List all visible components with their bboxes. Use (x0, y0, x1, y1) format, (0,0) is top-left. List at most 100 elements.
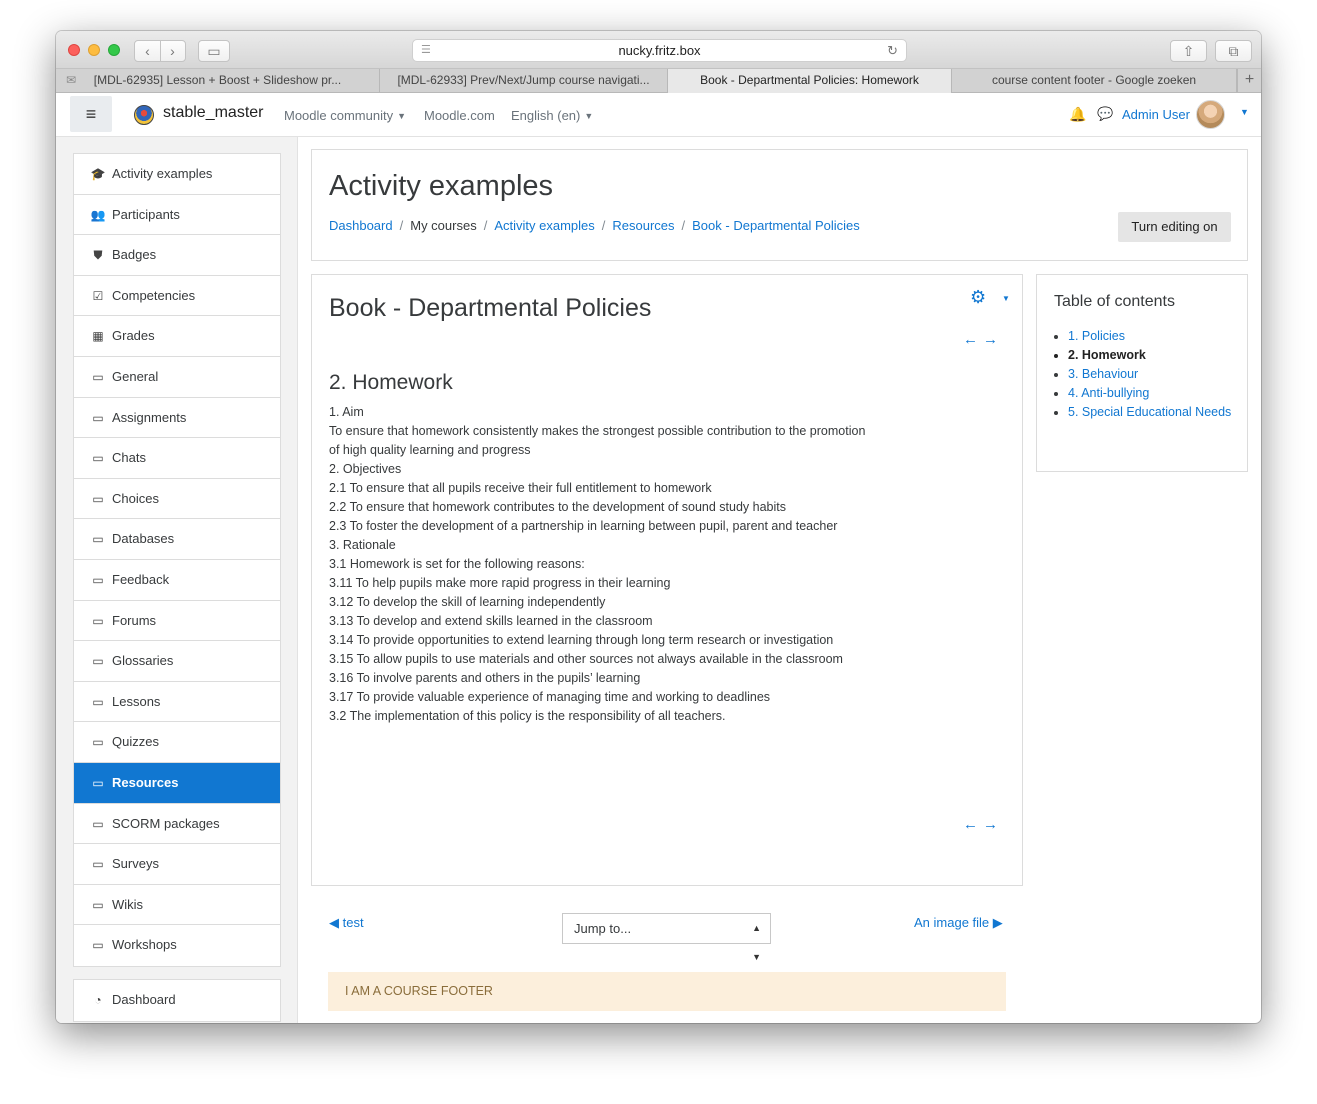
sidebar-item-quizzes[interactable]: ▭ Quizzes (74, 722, 280, 763)
breadcrumb-dashboard[interactable]: Dashboard (329, 218, 393, 233)
back-icon[interactable]: ‹ (135, 41, 160, 61)
notification-bell-icon[interactable]: 🔔 (1069, 106, 1086, 123)
content-paragraph: 3.14 To provide opportunities to extend … (329, 633, 834, 647)
toc-item: 2. Homework (1068, 346, 1238, 365)
sidebar-item-glossaries[interactable]: ▭ Glossaries (74, 641, 280, 682)
previous-chapter-arrow-icon[interactable]: ← (963, 331, 978, 348)
sidebar-toggle-icon[interactable]: ▭ (198, 40, 230, 62)
reader-icon[interactable]: ☰ (421, 40, 431, 61)
sidebar-item-choices[interactable]: ▭ Choices (74, 479, 280, 520)
sidebar-item-assignments[interactable]: ▭ Assignments (74, 398, 280, 439)
sidebar-item-resources[interactable]: ▭ Resources (74, 762, 280, 804)
breadcrumb-my-courses: My courses (410, 218, 477, 233)
sidebar-item-scorm-packages[interactable]: ▭ SCORM packages (74, 804, 280, 845)
share-icon[interactable]: ⇧ (1170, 40, 1207, 62)
sidebar-item-databases[interactable]: ▭ Databases (74, 519, 280, 560)
tab-overview-icon[interactable]: ⧉ (1215, 40, 1252, 62)
caret-down-icon[interactable]: ▼ (1002, 294, 1010, 303)
sidebar-item-forums[interactable]: ▭ Forums (74, 601, 280, 642)
next-chapter-arrow-icon[interactable]: → (983, 331, 998, 348)
site-navbar: ≡ stable_master Moodle community ▼ Moodle… (56, 93, 1261, 137)
browser-tab-1[interactable]: ✉ [MDL-62935] Lesson + Boost + Slideshow… (56, 69, 380, 93)
sidebar-item-workshops[interactable]: ▭ Workshops (74, 925, 280, 966)
sidebar-item-grades[interactable]: ▦ Grades (74, 316, 280, 357)
sidebar-item-lessons[interactable]: ▭ Lessons (74, 682, 280, 723)
course-footer: I AM A COURSE FOOTER (328, 972, 1006, 1011)
toc-link[interactable]: 1. Policies (1068, 329, 1125, 343)
users-icon: 👥 (90, 207, 106, 222)
user-menu-name[interactable]: Admin User (1122, 107, 1190, 122)
breadcrumb-course[interactable]: Activity examples (494, 218, 594, 233)
sidebar-item-label: Databases (112, 531, 175, 547)
folder-icon: ▭ (92, 897, 104, 912)
nav-drawer: 🎓 Activity examples 👥 Participants ⛊ Badges ☑ C… (56, 137, 298, 1023)
site-name[interactable]: stable_master (163, 104, 264, 122)
sidebar-item-surveys[interactable]: ▭ Surveys (74, 844, 280, 885)
toc-link[interactable]: 3. Behaviour (1068, 367, 1138, 381)
browser-toolbar: ‹ › ▭ ☰ nucky.fritz.box ↻ ⇧ ⧉ (56, 31, 1261, 69)
content-paragraph: 3.16 To involve parents and others in th… (329, 671, 641, 685)
caret-down-icon[interactable]: ▼ (1240, 107, 1249, 117)
minimize-window-button[interactable] (88, 44, 100, 56)
breadcrumb-book[interactable]: Book - Departmental Policies (692, 218, 860, 233)
sidebar-item-activity-examples[interactable]: 🎓 Activity examples (74, 154, 280, 195)
language-menu[interactable]: English (en) ▼ (511, 108, 593, 123)
sidebar-item-dashboard[interactable]: ◔ Dashboard (74, 980, 280, 1021)
content-paragraph: 3.15 To allow pupils to use materials an… (329, 652, 843, 666)
close-window-button[interactable] (68, 44, 80, 56)
forward-icon[interactable]: › (160, 41, 185, 61)
sidebar-item-label: Assignments (112, 409, 187, 425)
address-bar[interactable]: ☰ nucky.fritz.box ↻ (412, 39, 907, 62)
folder-icon: ▭ (92, 775, 104, 790)
sidebar-item-badges[interactable]: ⛊ Badges (74, 235, 280, 276)
content-paragraph: 3.12 To develop the skill of learning in… (329, 595, 606, 609)
gear-icon[interactable]: ⚙ (970, 287, 986, 308)
shield-icon: ⛊ (93, 248, 103, 263)
browser-tab-3[interactable]: Book - Departmental Policies: Homework (668, 69, 952, 93)
table-icon: ▦ (92, 329, 104, 344)
previous-activity-link[interactable]: ◀ test (329, 915, 364, 931)
turn-editing-on-button[interactable]: Turn editing on (1118, 212, 1231, 242)
next-chapter-arrow-icon[interactable]: → (983, 816, 998, 833)
sidebar-item-wikis[interactable]: ▭ Wikis (74, 885, 280, 926)
new-tab-icon[interactable]: + (1237, 69, 1261, 93)
mail-icon: ✉ (66, 73, 77, 87)
moodle-community-menu[interactable]: Moodle community ▼ (284, 108, 406, 123)
jump-to-select[interactable]: Jump to... ▲ ▼ (562, 913, 771, 962)
check-square-icon: ☑ (92, 288, 104, 303)
sidebar-item-competencies[interactable]: ☑ Competencies (74, 276, 280, 317)
select-arrows-icon: ▲ ▼ (752, 923, 761, 962)
reload-icon[interactable]: ↻ (887, 40, 898, 61)
browser-tab-2[interactable]: [MDL-62933] Prev/Next/Jump course naviga… (380, 69, 668, 93)
avatar[interactable] (1196, 100, 1225, 129)
toc-link[interactable]: 5. Special Educational Needs (1068, 405, 1231, 419)
caret-down-icon: ▼ (397, 111, 407, 121)
hamburger-menu-icon[interactable]: ≡ (70, 96, 112, 132)
sidebar-item-label: Wikis (112, 896, 144, 912)
triangle-right-icon: ▶ (989, 915, 1003, 930)
content-paragraph: 3.11 To help pupils make more rapid prog… (329, 576, 671, 590)
toc-link[interactable]: 4. Anti-bullying (1068, 386, 1149, 400)
next-activity-link[interactable]: An image file ▶ (914, 915, 1003, 931)
sidebar-item-general[interactable]: ▭ General (74, 357, 280, 398)
page-header: Activity examples Dashboard / My courses / A… (311, 149, 1248, 261)
messages-icon[interactable]: 💬 (1097, 106, 1113, 122)
moodle-com-link[interactable]: Moodle.com (424, 108, 495, 123)
sidebar-item-participants[interactable]: 👥 Participants (74, 195, 280, 236)
browser-tab-4[interactable]: course content footer - Google zoeken (952, 69, 1237, 93)
sidebar-item-feedback[interactable]: ▭ Feedback (74, 560, 280, 601)
folder-icon: ▭ (92, 451, 104, 466)
page-title: Activity examples (329, 170, 554, 202)
sidebar-item-chats[interactable]: ▭ Chats (74, 438, 280, 479)
sidebar-item-label: Glossaries (112, 653, 174, 669)
site-logo-icon[interactable] (134, 105, 154, 125)
previous-chapter-arrow-icon[interactable]: ← (963, 816, 978, 833)
folder-icon: ▭ (92, 694, 104, 709)
breadcrumb-section[interactable]: Resources (612, 218, 674, 233)
folder-icon: ▭ (92, 654, 104, 669)
triangle-left-icon: ◀ (329, 915, 343, 930)
content-paragraph: 2.3 To foster the development of a partn… (329, 519, 838, 533)
zoom-window-button[interactable] (108, 44, 120, 56)
sidebar-item-label: Competencies (112, 287, 196, 303)
site-nav-list: ◔ Dashboard (73, 979, 281, 1022)
